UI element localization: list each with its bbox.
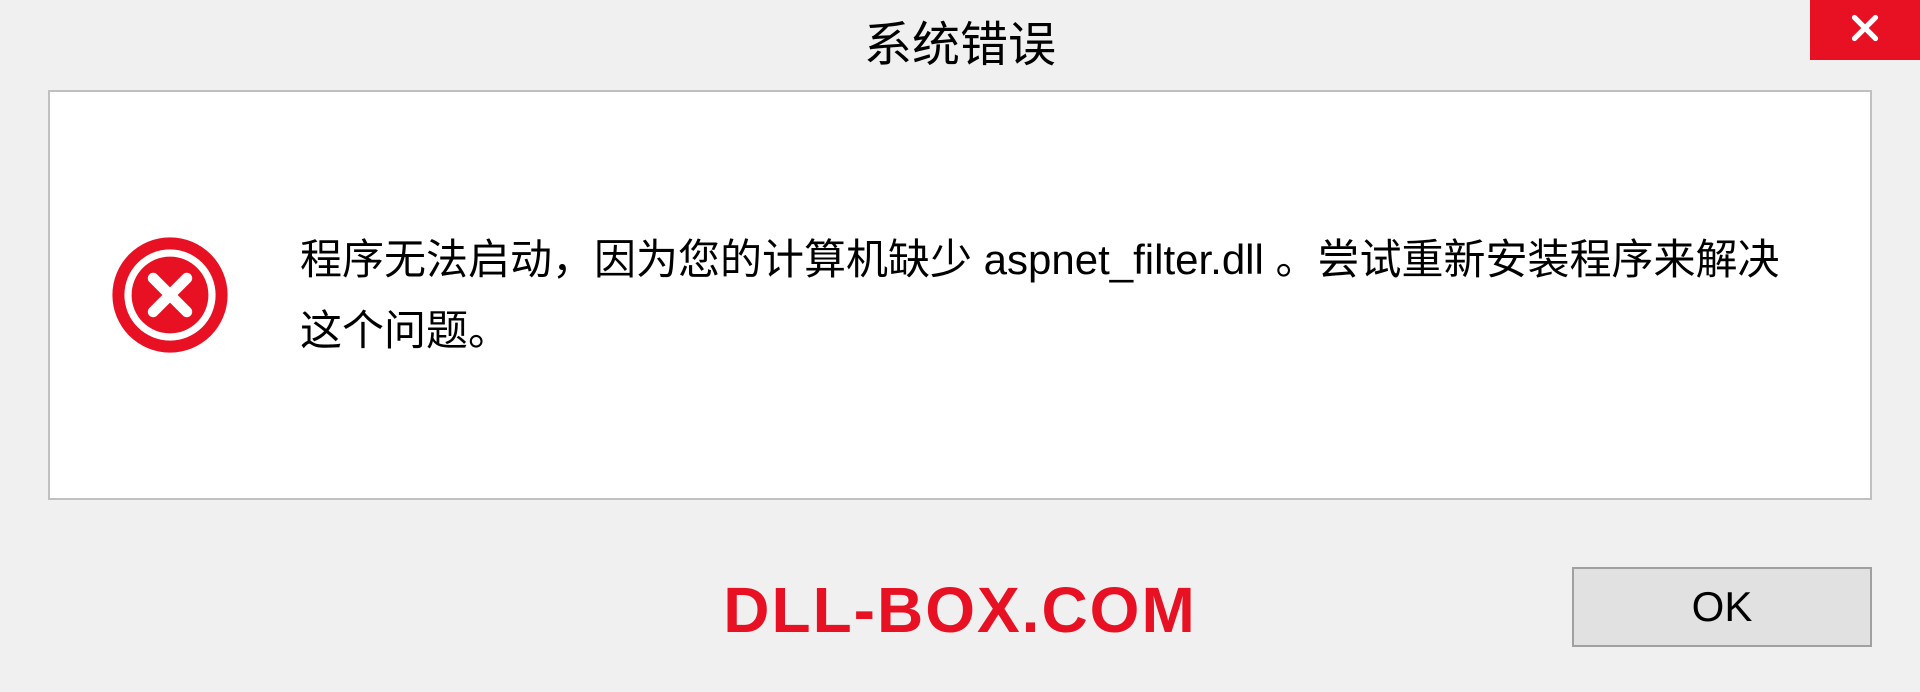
error-message: 程序无法启动，因为您的计算机缺少 aspnet_filter.dll 。尝试重新… [300,224,1810,367]
close-button[interactable] [1810,0,1920,60]
error-icon [110,235,230,355]
dialog-footer: DLL-BOX.COM OK [0,522,1920,692]
titlebar: 系统错误 [0,0,1920,80]
ok-button[interactable]: OK [1572,567,1872,647]
window-title: 系统错误 [864,5,1056,75]
ok-button-label: OK [1692,583,1753,631]
watermark-text: DLL-BOX.COM [723,573,1197,647]
dialog-content: 程序无法启动，因为您的计算机缺少 aspnet_filter.dll 。尝试重新… [48,90,1872,500]
close-icon [1847,10,1883,51]
